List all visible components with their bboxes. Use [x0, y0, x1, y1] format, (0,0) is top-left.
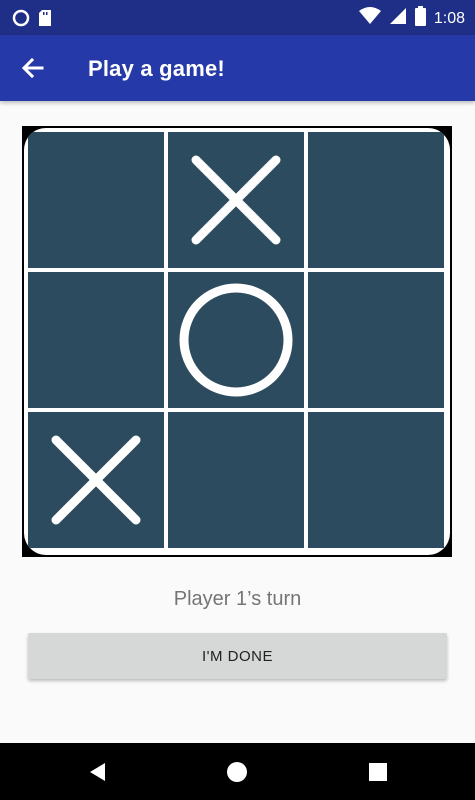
- battery-icon: [414, 6, 426, 31]
- board-cell[interactable]: [308, 272, 444, 408]
- arrow-back-icon[interactable]: [18, 53, 48, 83]
- board-cell[interactable]: [168, 132, 304, 268]
- x-mark-icon: [191, 155, 281, 245]
- game-board-frame: [22, 126, 452, 557]
- page-title: Play a game!: [88, 56, 225, 81]
- board-cell[interactable]: [308, 132, 444, 268]
- app-bar: Play a game!: [0, 35, 475, 101]
- o-mark-icon: [179, 283, 293, 397]
- wifi-icon: [358, 7, 381, 30]
- home-circle-icon[interactable]: [226, 761, 248, 783]
- board-cell[interactable]: [168, 412, 304, 548]
- board-cell[interactable]: [28, 412, 164, 548]
- sd-card-icon: [38, 9, 52, 32]
- turn-indicator: Player 1’s turn: [173, 588, 302, 610]
- board-cell[interactable]: [308, 412, 444, 548]
- x-mark-icon: [51, 435, 141, 525]
- game-board: [24, 128, 450, 555]
- board-cell[interactable]: [168, 272, 304, 408]
- board-cell[interactable]: [28, 132, 164, 268]
- status-time: 1:08: [433, 9, 465, 27]
- navigation-bar: [0, 743, 475, 800]
- done-button[interactable]: I'M DONE: [28, 633, 447, 679]
- status-bar: 1:08: [0, 0, 475, 35]
- circle-notification-icon: [12, 9, 30, 32]
- back-triangle-icon[interactable]: [87, 761, 109, 783]
- recents-square-icon[interactable]: [367, 761, 389, 783]
- cell-signal-icon: [389, 7, 407, 30]
- board-cell[interactable]: [28, 272, 164, 408]
